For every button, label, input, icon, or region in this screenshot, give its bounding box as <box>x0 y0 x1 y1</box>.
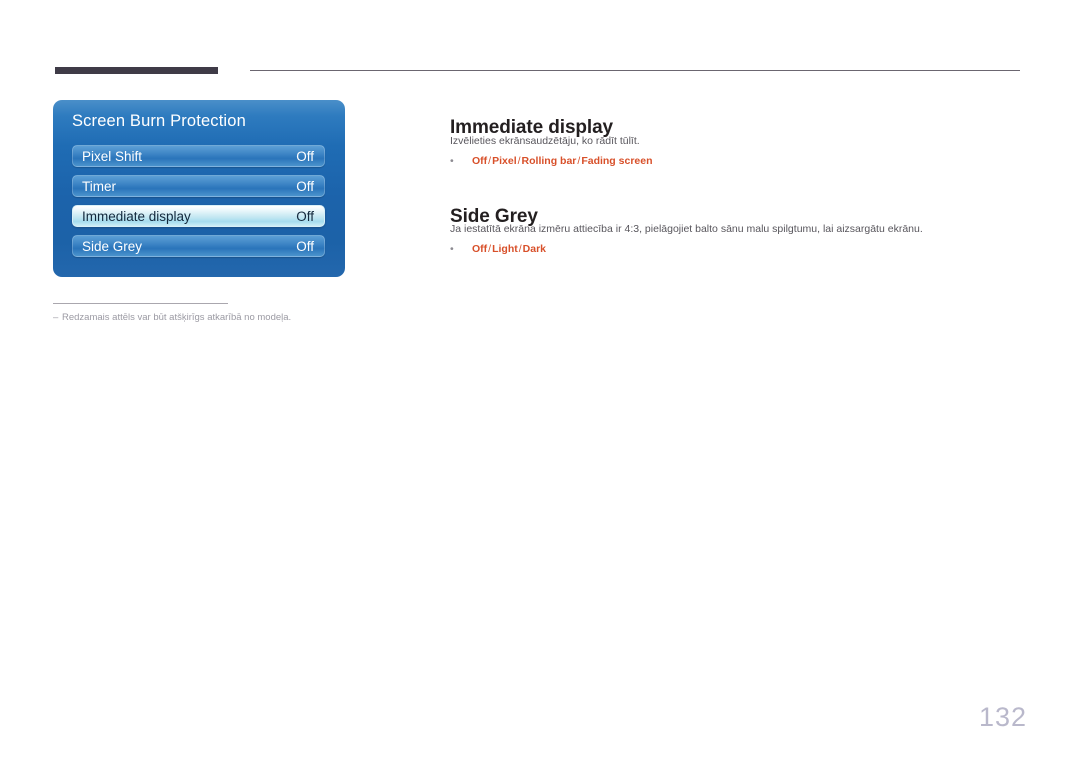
option-item[interactable]: Rolling bar <box>522 155 577 167</box>
option-list-immediate-display: • Off/Pixel/Rolling bar/Fading screen <box>450 155 653 167</box>
osd-row-label: Pixel Shift <box>82 149 143 164</box>
option-item[interactable]: Light <box>492 243 518 255</box>
header-rule-dark <box>55 67 218 74</box>
osd-row-label: Immediate display <box>82 209 191 224</box>
osd-row-value: Off <box>296 149 314 164</box>
option-item[interactable]: Off <box>472 155 487 167</box>
footnote-dash-icon: – <box>53 312 59 323</box>
osd-panel-title: Screen Burn Protection <box>72 112 246 130</box>
option-list-side-grey: • Off/Light/Dark <box>450 243 546 255</box>
osd-row-side-grey[interactable]: Side Grey Off <box>72 235 325 257</box>
bullet-icon: • <box>450 155 454 167</box>
option-item[interactable]: Fading screen <box>581 155 652 167</box>
osd-row-timer[interactable]: Timer Off <box>72 175 325 197</box>
footnote-divider <box>53 303 228 304</box>
osd-row-pixel-shift[interactable]: Pixel Shift Off <box>72 145 325 167</box>
footnote-text: Redzamais attēls var būt atšķirīgs atkar… <box>62 312 292 323</box>
osd-row-value: Off <box>296 179 314 194</box>
osd-menu-panel: Screen Burn Protection Pixel Shift Off T… <box>53 100 345 277</box>
section-body-immediate-display: Izvēlieties ekrānsaudzētāju, ko rādīt tū… <box>450 135 640 147</box>
bullet-icon: • <box>450 243 454 255</box>
osd-row-label: Side Grey <box>82 239 143 254</box>
option-item[interactable]: Pixel <box>492 155 517 167</box>
osd-row-value: Off <box>296 209 314 224</box>
osd-row-label: Timer <box>82 179 116 194</box>
header-rule-thin <box>250 70 1020 71</box>
option-item[interactable]: Dark <box>523 243 546 255</box>
option-item[interactable]: Off <box>472 243 487 255</box>
osd-row-immediate-display[interactable]: Immediate display Off <box>72 205 325 227</box>
page-number: 132 <box>978 702 1027 732</box>
osd-row-value: Off <box>296 239 314 254</box>
footnote: – Redzamais attēls var būt atšķirīgs atka… <box>53 312 473 323</box>
section-body-side-grey: Ja iestatītā ekrāna izmēru attiecība ir … <box>450 223 923 235</box>
